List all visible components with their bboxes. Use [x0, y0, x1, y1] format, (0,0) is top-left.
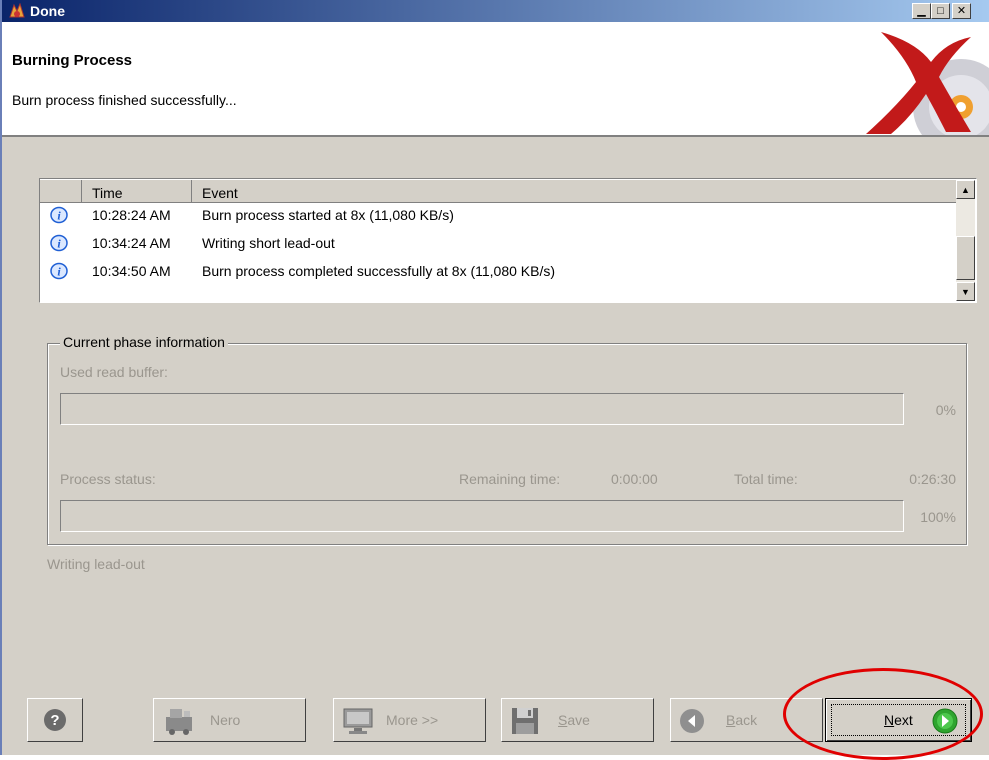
log-scrollbar[interactable]: ▲ ▼ [956, 180, 975, 301]
group-label: Current phase information [60, 334, 228, 350]
log-row[interactable]: i 10:34:50 AM Burn process completed suc… [40, 259, 958, 285]
monitor-icon [343, 708, 373, 734]
minimize-icon: ▁ [917, 4, 926, 17]
page-subtitle: Burn process finished successfully... [12, 92, 237, 108]
current-action-text: Writing lead-out [47, 556, 145, 572]
dialog-window: Done ▁ □ ✕ Burning Process Burn process … [0, 0, 989, 755]
nero-x-logo-icon [866, 32, 989, 135]
buffer-percent: 0% [935, 402, 956, 418]
scroll-thumb[interactable] [956, 236, 975, 280]
log-event: Burn process completed successfully at 8… [202, 263, 556, 279]
page-title: Burning Process [12, 52, 133, 69]
nero-machine-icon [166, 709, 192, 735]
next-button-label: Next [884, 712, 913, 728]
arrow-right-icon [932, 708, 958, 734]
more-button[interactable]: More >> [333, 698, 486, 742]
button-row: ? Nero More >> Save Back Next [2, 686, 989, 755]
info-icon: i [50, 262, 68, 280]
next-button[interactable]: Next [825, 698, 972, 742]
remaining-value: 0:00:00 [611, 471, 658, 487]
log-row[interactable]: i 10:28:24 AM Burn process started at 8x… [40, 203, 958, 229]
log-event: Writing short lead-out [202, 235, 335, 251]
total-label: Total time: [734, 471, 798, 487]
event-column-header[interactable]: Event [192, 180, 958, 203]
help-button[interactable]: ? [27, 698, 83, 742]
icon-column-header[interactable] [40, 180, 82, 203]
arrow-up-icon: ▲ [961, 184, 970, 195]
wizard-header: Burning Process Burn process finished su… [2, 22, 989, 137]
save-button-label: Save [558, 712, 590, 728]
maximize-button[interactable]: □ [931, 3, 950, 19]
minimize-button[interactable]: ▁ [912, 3, 931, 19]
maximize-icon: □ [937, 4, 944, 17]
scroll-down-button[interactable]: ▼ [956, 282, 975, 301]
nero-button-label: Nero [210, 712, 241, 728]
status-label: Process status: [60, 471, 156, 487]
log-time: 10:28:24 AM [92, 207, 171, 223]
title-bar[interactable]: Done ▁ □ ✕ [2, 0, 989, 22]
remaining-label: Remaining time: [459, 471, 561, 487]
scroll-up-button[interactable]: ▲ [956, 180, 975, 199]
log-event: Burn process started at 8x (11,080 KB/s) [202, 207, 454, 223]
info-icon: i [50, 206, 68, 224]
close-icon: ✕ [956, 4, 967, 17]
nero-flame-icon [9, 3, 25, 18]
back-button-label: Back [726, 712, 758, 728]
nero-button[interactable]: Nero [153, 698, 306, 742]
back-button[interactable]: Back [670, 698, 823, 742]
time-column-header[interactable]: Time [82, 180, 192, 203]
more-button-label: More >> [386, 712, 439, 728]
current-phase-group: Current phase information Used read buff… [47, 334, 967, 545]
event-log-list[interactable]: Time Event i 10:28:24 AM Burn process st… [39, 178, 977, 303]
close-button[interactable]: ✕ [952, 3, 971, 19]
window-title: Done [30, 3, 65, 19]
total-value: 0:26:30 [909, 471, 956, 487]
log-time: 10:34:50 AM [92, 263, 171, 279]
arrow-left-icon [680, 709, 704, 733]
info-icon: i [50, 234, 68, 252]
process-progress-bar [60, 500, 904, 532]
floppy-disk-icon [512, 708, 538, 734]
process-percent: 100% [920, 509, 956, 525]
log-time: 10:34:24 AM [92, 235, 171, 251]
help-icon: ? [44, 709, 66, 731]
svg-text:?: ? [50, 712, 59, 729]
save-button[interactable]: Save [501, 698, 654, 742]
log-row[interactable]: i 10:34:24 AM Writing short lead-out [40, 231, 958, 257]
buffer-label: Used read buffer: [60, 364, 168, 380]
buffer-progress-bar [60, 393, 904, 425]
arrow-down-icon: ▼ [961, 286, 970, 297]
